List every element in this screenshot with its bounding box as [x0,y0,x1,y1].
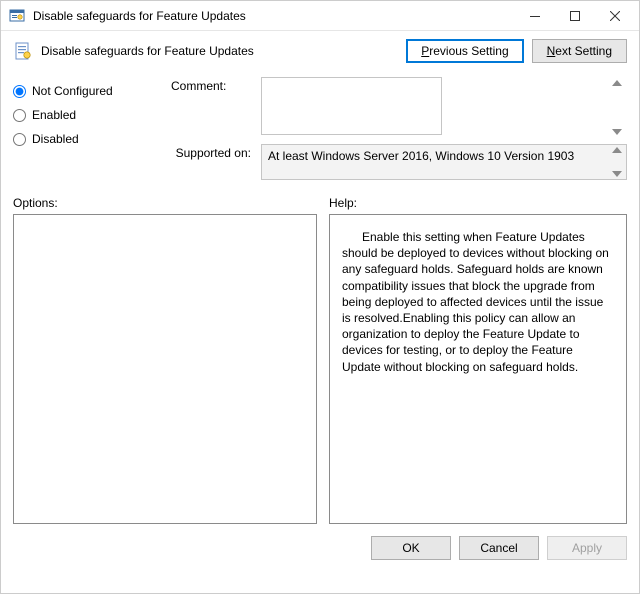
help-text: Enable this setting when Feature Updates… [342,230,609,374]
next-setting-button[interactable]: Next Setting [532,39,627,63]
close-button[interactable] [595,1,635,30]
policy-icon [13,41,33,61]
panel-labels: Options: Help: [1,190,639,214]
radio-disabled[interactable]: Disabled [13,127,163,151]
policy-title: Disable safeguards for Feature Updates [41,44,398,58]
dialog-buttons: OK Cancel Apply [1,524,639,560]
maximize-button[interactable] [555,1,595,30]
panels-row: Enable this setting when Feature Updates… [1,214,639,524]
comment-input[interactable] [261,77,442,135]
radio-label: Enabled [32,108,76,122]
window-title: Disable safeguards for Feature Updates [33,9,515,23]
help-panel: Enable this setting when Feature Updates… [329,214,627,524]
radio-enabled[interactable]: Enabled [13,103,163,127]
cancel-button[interactable]: Cancel [459,536,539,560]
supported-on-value: At least Windows Server 2016, Windows 10… [261,144,627,180]
title-bar: Disable safeguards for Feature Updates [1,1,639,31]
radio-label: Not Configured [32,84,113,98]
supported-on-label: Supported on: [171,144,251,160]
policy-header: Disable safeguards for Feature Updates P… [1,31,639,71]
radio-label: Disabled [32,132,79,146]
help-label: Help: [329,196,357,210]
ok-button[interactable]: OK [371,536,451,560]
app-icon [9,8,25,24]
config-area: Not Configured Enabled Disabled Comment:… [1,71,639,190]
apply-button[interactable]: Apply [547,536,627,560]
previous-setting-button[interactable]: Previous Setting [406,39,523,63]
radio-not-configured[interactable]: Not Configured [13,79,163,103]
state-radio-group: Not Configured Enabled Disabled [13,77,163,186]
minimize-button[interactable] [515,1,555,30]
options-panel [13,214,317,524]
comment-label: Comment: [171,77,251,93]
options-label: Options: [13,196,317,210]
